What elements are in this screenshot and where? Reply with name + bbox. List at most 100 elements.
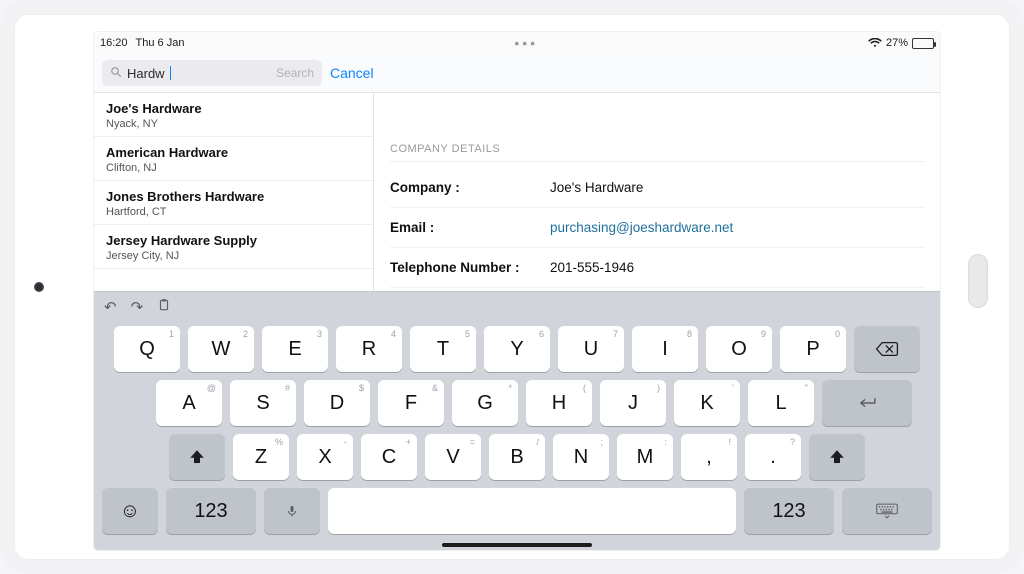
field-value: 201-555-1946 — [550, 260, 634, 275]
key-a[interactable]: A@ — [156, 380, 222, 426]
home-side-button — [968, 254, 988, 308]
key-u[interactable]: U7 — [558, 326, 624, 372]
mic-key[interactable] — [264, 488, 320, 534]
key-o[interactable]: O9 — [706, 326, 772, 372]
key-hint: 2 — [243, 329, 248, 339]
key-hint: ) — [657, 383, 660, 393]
key-hint: 0 — [835, 329, 840, 339]
search-placeholder: Search — [276, 66, 314, 80]
list-item-subtitle: Nyack, NY — [106, 118, 361, 130]
redo-icon[interactable]: ↷ — [131, 298, 144, 316]
search-input[interactable]: Hardw Search — [102, 60, 322, 86]
search-header: Hardw Search Cancel — [94, 54, 940, 93]
key-hint: : — [664, 437, 667, 447]
list-item-title: Joe's Hardware — [106, 101, 361, 116]
undo-icon[interactable]: ↶ — [104, 298, 117, 316]
clipboard-icon[interactable] — [157, 297, 171, 317]
key-hint: & — [432, 383, 438, 393]
hide-keyboard-key[interactable] — [842, 488, 932, 534]
battery-icon — [912, 38, 934, 49]
list-item-subtitle: Jersey City, NJ — [106, 250, 361, 262]
battery-percent: 27% — [886, 37, 908, 49]
results-sidebar[interactable]: Joe's Hardware Nyack, NY American Hardware… — [94, 93, 374, 291]
home-indicator[interactable] — [442, 543, 592, 547]
key-hint: * — [508, 383, 512, 393]
key-v[interactable]: V= — [425, 434, 481, 480]
key-z[interactable]: Z% — [233, 434, 289, 480]
key-hint: ( — [583, 383, 586, 393]
key-b[interactable]: B/ — [489, 434, 545, 480]
key-hint: ! — [728, 437, 731, 447]
key-k[interactable]: K' — [674, 380, 740, 426]
key-hint: 6 — [539, 329, 544, 339]
key-hint: ; — [600, 437, 603, 447]
detail-pane: COMPANY DETAILS Company : Joe's Hardware… — [374, 93, 940, 291]
sheet-grabber[interactable]: ••• — [184, 35, 868, 51]
field-label: Company : — [390, 180, 540, 195]
key-s[interactable]: S# — [230, 380, 296, 426]
list-item[interactable]: American HardwareClifton, NJ — [94, 137, 373, 181]
list-item[interactable]: Jersey Hardware SupplyJersey City, NJ — [94, 225, 373, 269]
numbers-key-right[interactable]: 123 — [744, 488, 834, 534]
key-d[interactable]: D$ — [304, 380, 370, 426]
key-n[interactable]: N; — [553, 434, 609, 480]
numbers-key[interactable]: 123 — [166, 488, 256, 534]
key-hint: 3 — [317, 329, 322, 339]
space-key[interactable] — [328, 488, 736, 534]
field-label: Email : — [390, 220, 540, 235]
device-frame: 16:20 Thu 6 Jan ••• 27% Hardw — [0, 0, 1024, 574]
key-h[interactable]: H( — [526, 380, 592, 426]
field-label: Telephone Number : — [390, 260, 540, 275]
key-hint: 1 — [169, 329, 174, 339]
emoji-key[interactable]: ☺ — [102, 488, 158, 534]
key-l[interactable]: L" — [748, 380, 814, 426]
key-hint: 5 — [465, 329, 470, 339]
status-bar: 16:20 Thu 6 Jan ••• 27% — [94, 32, 940, 54]
cancel-button[interactable]: Cancel — [330, 65, 374, 81]
key-r[interactable]: R4 — [336, 326, 402, 372]
key-m[interactable]: M: — [617, 434, 673, 480]
field-value[interactable]: purchasing@joeshardware.net — [550, 220, 733, 235]
key-w[interactable]: W2 — [188, 326, 254, 372]
main-split: Joe's Hardware Nyack, NY American Hardware… — [94, 93, 940, 291]
list-item[interactable]: Jones Brothers Hardware Hartford, CT — [94, 181, 373, 225]
list-item-title: Jones Brothers Hardware — [106, 189, 361, 204]
key-,[interactable]: ,! — [681, 434, 737, 480]
key-hint: + — [406, 437, 411, 447]
key-hint: ' — [732, 383, 734, 393]
key-x[interactable]: X- — [297, 434, 353, 480]
shift-key[interactable] — [809, 434, 865, 480]
status-date: Thu 6 Jan — [136, 37, 185, 49]
key-hint: @ — [207, 383, 216, 393]
key-hint: 8 — [687, 329, 692, 339]
return-key[interactable] — [822, 380, 912, 426]
list-item-subtitle: Hartford, CT — [106, 206, 361, 218]
key-hint: = — [470, 437, 475, 447]
shift-key[interactable] — [169, 434, 225, 480]
key-i[interactable]: I8 — [632, 326, 698, 372]
key-g[interactable]: G* — [452, 380, 518, 426]
key-p[interactable]: P0 — [780, 326, 846, 372]
key-y[interactable]: Y6 — [484, 326, 550, 372]
list-item-subtitle: Clifton, NJ — [106, 162, 361, 174]
keyboard[interactable]: ↶ ↷ Q1W2E3R4T5Y6U7I8O9P0 A@S#D$F&G*H(J)K… — [94, 291, 940, 550]
key-t[interactable]: T5 — [410, 326, 476, 372]
field-company: Company : Joe's Hardware — [390, 168, 924, 208]
key-hint: 7 — [613, 329, 618, 339]
key-hint: 9 — [761, 329, 766, 339]
text-cursor — [170, 66, 171, 80]
key-hint: - — [344, 437, 347, 447]
key-j[interactable]: J) — [600, 380, 666, 426]
status-time: 16:20 — [100, 37, 128, 49]
key-f[interactable]: F& — [378, 380, 444, 426]
key-.[interactable]: .? — [745, 434, 801, 480]
key-e[interactable]: E3 — [262, 326, 328, 372]
key-hint: # — [285, 383, 290, 393]
search-icon — [110, 66, 122, 81]
key-c[interactable]: C+ — [361, 434, 417, 480]
backspace-key[interactable] — [854, 326, 920, 372]
key-q[interactable]: Q1 — [114, 326, 180, 372]
key-hint: % — [275, 437, 283, 447]
key-hint: $ — [359, 383, 364, 393]
list-item[interactable]: Joe's Hardware Nyack, NY — [94, 93, 373, 137]
